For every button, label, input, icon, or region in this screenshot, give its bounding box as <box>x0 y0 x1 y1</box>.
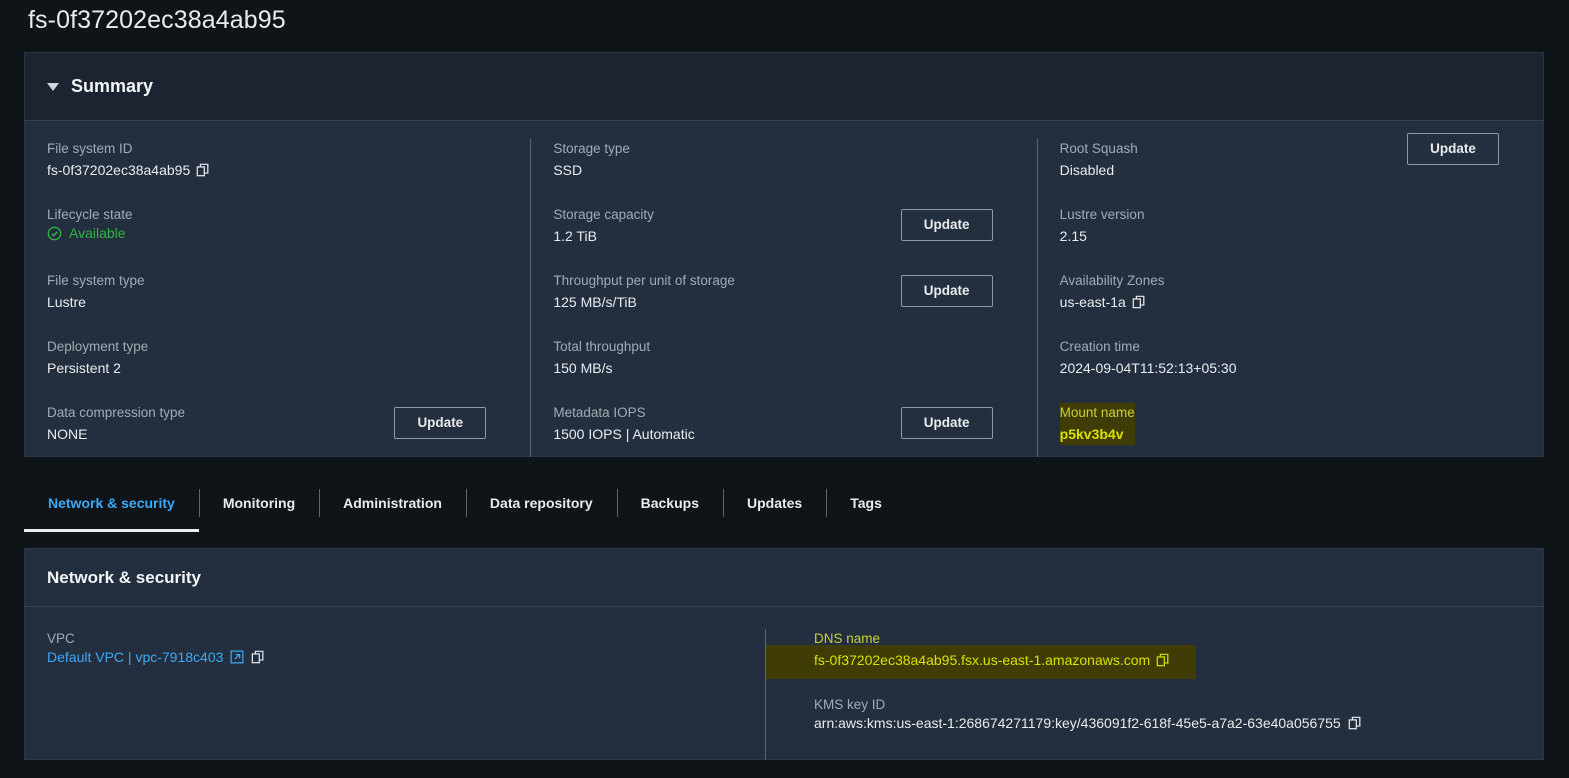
mount-name-highlight: Mount name p5kv3b4v <box>1060 403 1135 445</box>
summary-header[interactable]: Summary <box>25 53 1543 121</box>
tab-bar: Network & security Monitoring Administra… <box>24 478 1544 528</box>
tab-tags[interactable]: Tags <box>826 478 906 528</box>
copy-icon[interactable] <box>1348 716 1362 730</box>
vpc-link[interactable]: Default VPC | vpc-7918c403 <box>47 649 743 665</box>
field-label: Total throughput <box>553 337 650 357</box>
field-availability-zones: Availability Zones us-east-1a <box>1060 271 1521 316</box>
total-throughput-value: 150 MB/s <box>553 357 1014 379</box>
summary-column-1: File system ID fs-0f37202ec38a4ab95 Life… <box>25 139 530 457</box>
kms-key-id-value: arn:aws:kms:us-east-1:268674271179:key/4… <box>814 715 1341 731</box>
network-column-vpc: VPC Default VPC | vpc-7918c403 <box>25 629 765 760</box>
update-root-squash-button[interactable]: Update <box>1407 133 1499 165</box>
field-label: VPC <box>47 629 75 649</box>
file-system-id-value: fs-0f37202ec38a4ab95 <box>47 159 190 181</box>
field-label: File system ID <box>47 139 133 159</box>
field-label: KMS key ID <box>814 695 885 715</box>
field-dns-name: DNS name fs-0f37202ec38a4ab95.fsx.us-eas… <box>814 629 1521 674</box>
lustre-version-value: 2.15 <box>1060 225 1521 247</box>
field-label: DNS name <box>814 629 880 649</box>
tab-data-repository[interactable]: Data repository <box>466 478 617 528</box>
update-storage-capacity-button[interactable]: Update <box>901 209 993 241</box>
field-deployment-type: Deployment type Persistent 2 <box>47 337 508 382</box>
field-total-throughput: Total throughput 150 MB/s <box>553 337 1014 382</box>
external-link-icon[interactable] <box>230 650 244 664</box>
update-throughput-button[interactable]: Update <box>901 275 993 307</box>
field-label: Storage capacity <box>553 205 654 225</box>
field-throughput-per-unit: Throughput per unit of storage 125 MB/s/… <box>553 271 1014 316</box>
storage-type-value: SSD <box>553 159 1014 181</box>
tab-network-security[interactable]: Network & security <box>24 478 199 528</box>
update-metadata-iops-button[interactable]: Update <box>901 407 993 439</box>
copy-icon[interactable] <box>1156 653 1170 667</box>
field-storage-capacity: Storage capacity 1.2 TiB Update <box>553 205 1014 250</box>
lifecycle-state-value: Available <box>69 225 126 241</box>
status-available-icon <box>47 226 62 241</box>
vpc-link-label: Default VPC | vpc-7918c403 <box>47 649 223 665</box>
tab-administration[interactable]: Administration <box>319 478 466 528</box>
summary-column-3: Root Squash Disabled Update Lustre versi… <box>1037 139 1543 457</box>
field-label: Creation time <box>1060 337 1140 357</box>
field-file-system-id: File system ID fs-0f37202ec38a4ab95 <box>47 139 508 184</box>
field-mount-name: Mount name p5kv3b4v <box>1060 403 1521 448</box>
network-security-body: VPC Default VPC | vpc-7918c403 <box>25 607 1543 760</box>
field-lifecycle-state: Lifecycle state Available <box>47 205 508 250</box>
field-label: Deployment type <box>47 337 148 357</box>
copy-icon[interactable] <box>1132 295 1146 309</box>
field-kms-key-id: KMS key ID arn:aws:kms:us-east-1:2686742… <box>814 695 1521 740</box>
dns-name-value: fs-0f37202ec38a4ab95.fsx.us-east-1.amazo… <box>814 649 1150 671</box>
network-security-header: Network & security <box>25 549 1543 607</box>
update-data-compression-button[interactable]: Update <box>394 407 486 439</box>
copy-icon[interactable] <box>251 650 265 664</box>
field-lustre-version: Lustre version 2.15 <box>1060 205 1521 250</box>
field-label: Lustre version <box>1060 205 1145 225</box>
summary-title: Summary <box>71 76 153 97</box>
network-security-card: Network & security VPC Default VPC | vpc… <box>24 548 1544 760</box>
field-label: Storage type <box>553 139 630 159</box>
creation-time-value: 2024-09-04T11:52:13+05:30 <box>1060 357 1521 379</box>
tab-backups[interactable]: Backups <box>617 478 723 528</box>
tab-updates[interactable]: Updates <box>723 478 826 528</box>
field-label: Lifecycle state <box>47 205 133 225</box>
tab-monitoring[interactable]: Monitoring <box>199 478 319 528</box>
field-label: Availability Zones <box>1060 271 1165 291</box>
field-label: Data compression type <box>47 403 185 423</box>
field-root-squash: Root Squash Disabled Update <box>1060 139 1521 184</box>
availability-zones-value: us-east-1a <box>1060 291 1126 313</box>
deployment-type-value: Persistent 2 <box>47 357 508 379</box>
field-metadata-iops: Metadata IOPS 1500 IOPS | Automatic Upda… <box>553 403 1014 448</box>
network-column-dns-kms: DNS name fs-0f37202ec38a4ab95.fsx.us-eas… <box>765 629 1543 760</box>
mount-name-value: p5kv3b4v <box>1060 423 1135 445</box>
field-label: Metadata IOPS <box>553 403 645 423</box>
field-data-compression-type: Data compression type NONE Update <box>47 403 508 448</box>
field-label: Mount name <box>1060 403 1135 423</box>
field-label: Root Squash <box>1060 139 1138 159</box>
field-value: fs-0f37202ec38a4ab95 <box>47 159 508 181</box>
caret-down-icon[interactable] <box>47 83 59 91</box>
field-label: Throughput per unit of storage <box>553 271 735 291</box>
field-label: File system type <box>47 271 145 291</box>
field-value: fs-0f37202ec38a4ab95.fsx.us-east-1.amazo… <box>814 649 1521 671</box>
status-badge: Available <box>47 225 508 241</box>
summary-column-2: Storage type SSD Storage capacity 1.2 Ti… <box>530 139 1036 457</box>
field-file-system-type: File system type Lustre <box>47 271 508 316</box>
summary-body: File system ID fs-0f37202ec38a4ab95 Life… <box>25 121 1543 457</box>
field-storage-type: Storage type SSD <box>553 139 1014 184</box>
fsx-file-system-detail-page: fs-0f37202ec38a4ab95 Summary File system… <box>0 0 1569 778</box>
field-value: us-east-1a <box>1060 291 1521 313</box>
field-creation-time: Creation time 2024-09-04T11:52:13+05:30 <box>1060 337 1521 382</box>
page-title: fs-0f37202ec38a4ab95 <box>28 6 286 35</box>
network-security-title: Network & security <box>47 568 201 588</box>
field-vpc: VPC Default VPC | vpc-7918c403 <box>47 629 743 674</box>
summary-card: Summary File system ID fs-0f37202ec38a4a… <box>24 52 1544 457</box>
field-value: arn:aws:kms:us-east-1:268674271179:key/4… <box>814 715 1521 731</box>
copy-icon[interactable] <box>196 163 210 177</box>
file-system-type-value: Lustre <box>47 291 508 313</box>
